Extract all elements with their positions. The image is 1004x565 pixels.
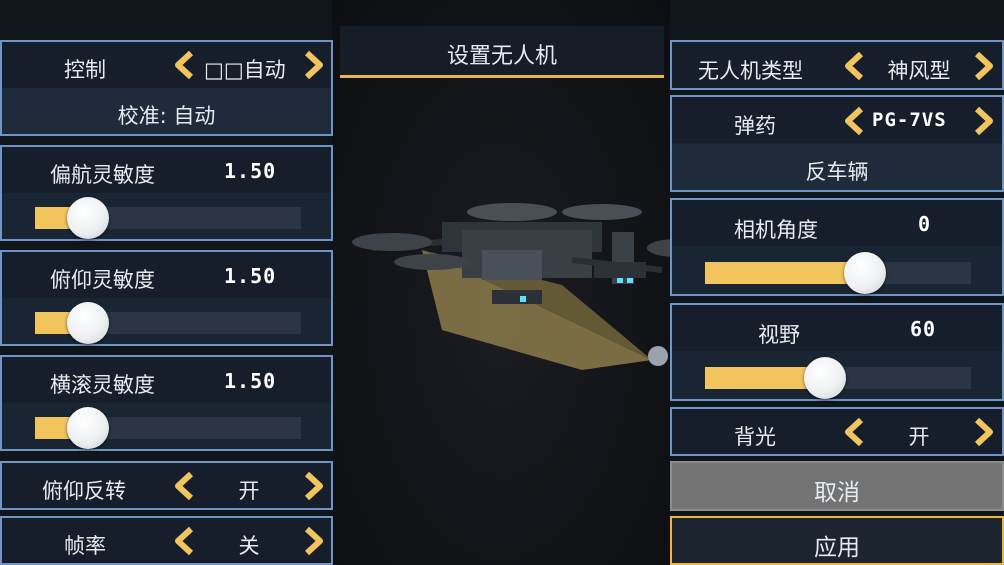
chevron-right-icon[interactable] <box>970 106 996 136</box>
pitch-invert-value: 开 <box>238 479 260 503</box>
ammo-header: 弹药 PG-7VS <box>672 97 1002 143</box>
framerate-panel: 帧率 关 <box>0 516 333 565</box>
pitch-slider[interactable] <box>35 302 301 344</box>
cancel-button-label: 取消 <box>814 480 860 506</box>
roll-slider[interactable] <box>35 407 301 449</box>
chevron-left-icon[interactable] <box>172 50 198 80</box>
roll-value: 1.50 <box>224 369 277 393</box>
drone-type-value: 神风型 <box>887 59 951 83</box>
ammo-value: PG-7VS <box>872 109 947 131</box>
ammo-type-row: 反车辆 <box>672 144 1002 190</box>
chevron-left-icon[interactable] <box>842 51 868 81</box>
control-label: 控制 <box>64 58 106 82</box>
yaw-slider[interactable] <box>35 197 301 239</box>
roll-header: 横滚灵敏度 1.50 <box>2 357 331 403</box>
pitch-slider-knob[interactable] <box>67 302 109 344</box>
backlight-value: 开 <box>908 425 930 449</box>
backlight-panel: 背光 开 <box>670 407 1004 456</box>
roll-slider-knob[interactable] <box>67 407 109 449</box>
roll-sensitivity-panel: 横滚灵敏度 1.50 <box>0 355 333 451</box>
backlight-label: 背光 <box>734 425 776 449</box>
drone-model-image <box>352 203 707 370</box>
drone-type-panel: 无人机类型 神风型 <box>670 40 1004 90</box>
framerate-label: 帧率 <box>64 534 106 558</box>
control-row: 控制 □□自动 <box>2 42 331 88</box>
camera-angle-slider[interactable] <box>705 252 971 294</box>
control-value: □□自动 <box>204 58 286 82</box>
ammo-type-text: 反车辆 <box>805 160 869 184</box>
yaw-header: 偏航灵敏度 1.50 <box>2 147 331 193</box>
ammo-panel: 弹药 PG-7VS 反车辆 <box>670 95 1004 192</box>
fov-panel: 视野 60 <box>670 303 1004 401</box>
apply-button[interactable]: 应用 <box>670 516 1004 565</box>
yaw-value: 1.50 <box>224 159 277 183</box>
chevron-left-icon[interactable] <box>842 106 868 136</box>
pitch-header: 俯仰灵敏度 1.50 <box>2 252 331 298</box>
fov-header: 视野 60 <box>672 305 1002 351</box>
control-panel: 控制 □□自动 校准: 自动 <box>0 40 333 136</box>
fov-slider-knob[interactable] <box>804 357 846 399</box>
camera-angle-label: 相机角度 <box>734 218 818 242</box>
camera-angle-header: 相机角度 0 <box>672 200 1002 246</box>
chevron-left-icon[interactable] <box>842 417 868 447</box>
pitch-label: 俯仰灵敏度 <box>50 268 155 292</box>
yaw-label: 偏航灵敏度 <box>50 163 155 187</box>
framerate-value: 关 <box>238 534 260 558</box>
apply-button-label: 应用 <box>814 535 860 561</box>
cancel-button[interactable]: 取消 <box>670 461 1004 511</box>
title-banner: 设置无人机 <box>340 26 664 78</box>
pitch-invert-panel: 俯仰反转 开 <box>0 461 333 510</box>
camera-angle-panel: 相机角度 0 <box>670 198 1004 296</box>
camera-angle-slider-knob[interactable] <box>844 252 886 294</box>
camera-angle-value: 0 <box>918 212 932 236</box>
page-title: 设置无人机 <box>446 44 557 69</box>
chevron-right-icon[interactable] <box>300 50 326 80</box>
chevron-right-icon[interactable] <box>970 51 996 81</box>
chevron-left-icon[interactable] <box>172 471 198 501</box>
chevron-right-icon[interactable] <box>300 471 326 501</box>
camera-angle-slider-fill <box>705 262 865 284</box>
yaw-sensitivity-panel: 偏航灵敏度 1.50 <box>0 145 333 241</box>
chevron-right-icon[interactable] <box>300 526 326 556</box>
fov-label: 视野 <box>758 323 800 347</box>
yaw-slider-knob[interactable] <box>67 197 109 239</box>
calibration-text: 校准: 自动 <box>117 104 216 128</box>
drone-preview[interactable] <box>332 0 707 565</box>
pitch-value: 1.50 <box>224 264 277 288</box>
pitch-invert-label: 俯仰反转 <box>42 479 126 503</box>
fov-slider[interactable] <box>705 357 971 399</box>
fov-value: 60 <box>910 317 937 341</box>
pitch-sensitivity-panel: 俯仰灵敏度 1.50 <box>0 250 333 346</box>
chevron-right-icon[interactable] <box>970 417 996 447</box>
chevron-left-icon[interactable] <box>172 526 198 556</box>
ammo-label: 弹药 <box>734 114 776 138</box>
roll-label: 横滚灵敏度 <box>50 373 155 397</box>
calibration-row: 校准: 自动 <box>2 88 331 134</box>
drone-type-label: 无人机类型 <box>698 59 803 83</box>
